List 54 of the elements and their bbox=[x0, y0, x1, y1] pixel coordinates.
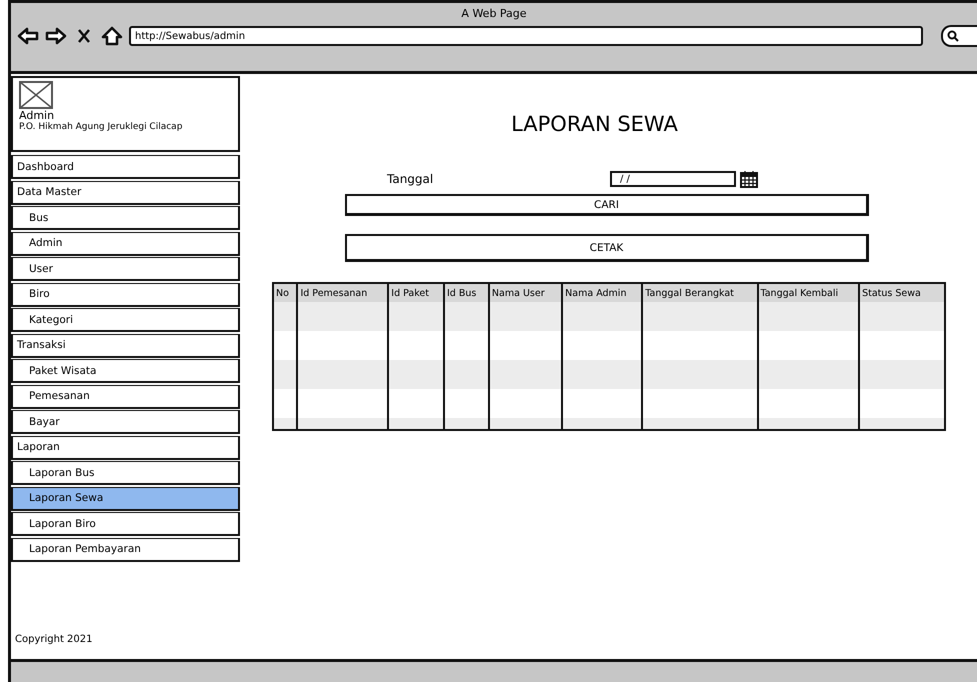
search-field[interactable] bbox=[941, 25, 977, 47]
table-cell bbox=[444, 360, 488, 389]
forward-icon[interactable] bbox=[45, 25, 67, 47]
column-header: Id Pemesanan bbox=[298, 284, 388, 302]
table-cell bbox=[274, 302, 296, 331]
date-label: Tanggal bbox=[387, 172, 434, 186]
date-field[interactable]: / / bbox=[610, 171, 736, 187]
window-title: A Web Page bbox=[460, 6, 528, 21]
user-name: Admin bbox=[19, 109, 56, 122]
column-header: Nama Admin bbox=[563, 284, 642, 302]
address-field[interactable]: http://Sewabus/admin bbox=[129, 26, 923, 46]
column-header: No bbox=[274, 284, 296, 302]
sidebar-item[interactable]: Bus bbox=[11, 206, 240, 230]
back-icon[interactable] bbox=[17, 25, 39, 47]
sidebar-item[interactable]: Admin bbox=[11, 232, 240, 256]
sidebar-item[interactable]: Transaksi bbox=[11, 334, 240, 358]
sidebar-item[interactable]: Laporan Biro bbox=[11, 512, 240, 536]
home-icon[interactable] bbox=[101, 25, 123, 47]
table-cell bbox=[490, 360, 562, 389]
column-header: Id Bus bbox=[444, 284, 488, 302]
sidebar-item[interactable]: Bayar bbox=[11, 410, 240, 434]
sidebar-item[interactable]: Pemesanan bbox=[11, 384, 240, 408]
sidebar-item[interactable]: Laporan Sewa bbox=[11, 486, 240, 510]
sidebar-item[interactable]: Dashboard bbox=[11, 155, 240, 179]
sidebar-item[interactable]: User bbox=[11, 257, 240, 281]
table-cell bbox=[274, 360, 296, 389]
sidebar-item[interactable]: Paket Wisata bbox=[11, 359, 240, 383]
table-cell bbox=[490, 418, 562, 429]
table-cell bbox=[389, 360, 443, 389]
table-cell bbox=[444, 302, 488, 331]
search-icon bbox=[947, 30, 959, 42]
sidebar-item[interactable]: Kategori bbox=[11, 308, 240, 332]
calendar-icon[interactable] bbox=[740, 170, 758, 188]
column-header: Id Paket bbox=[389, 284, 443, 302]
sidebar-item[interactable]: Laporan bbox=[11, 436, 240, 460]
table-cell bbox=[389, 418, 443, 429]
column-header: Nama User bbox=[490, 284, 562, 302]
column-header: Tanggal Berangkat bbox=[643, 284, 756, 302]
column-header: Status Sewa bbox=[860, 284, 944, 302]
table-cell bbox=[389, 302, 443, 331]
sidebar-item[interactable]: Laporan Bus bbox=[11, 461, 240, 485]
sidebar-item[interactable]: Data Master bbox=[11, 180, 240, 204]
page-title: LAPORAN SEWA bbox=[511, 112, 678, 136]
table-cell bbox=[274, 418, 296, 429]
sidebar-item[interactable]: Biro bbox=[11, 282, 240, 306]
sidebar-item[interactable]: Laporan Pembayaran bbox=[11, 538, 240, 562]
image-placeholder-icon bbox=[19, 81, 53, 109]
table-cell bbox=[444, 418, 488, 429]
copyright-text: Copyright 2021 bbox=[14, 634, 94, 645]
company-name: P.O. Hikmah Agung Jeruklegi Cilacap bbox=[19, 122, 184, 132]
table-cell bbox=[490, 302, 562, 331]
search-button[interactable]: CARI bbox=[345, 194, 869, 216]
column-header: Tanggal Kembali bbox=[758, 284, 858, 302]
print-button[interactable]: CETAK bbox=[345, 234, 869, 262]
